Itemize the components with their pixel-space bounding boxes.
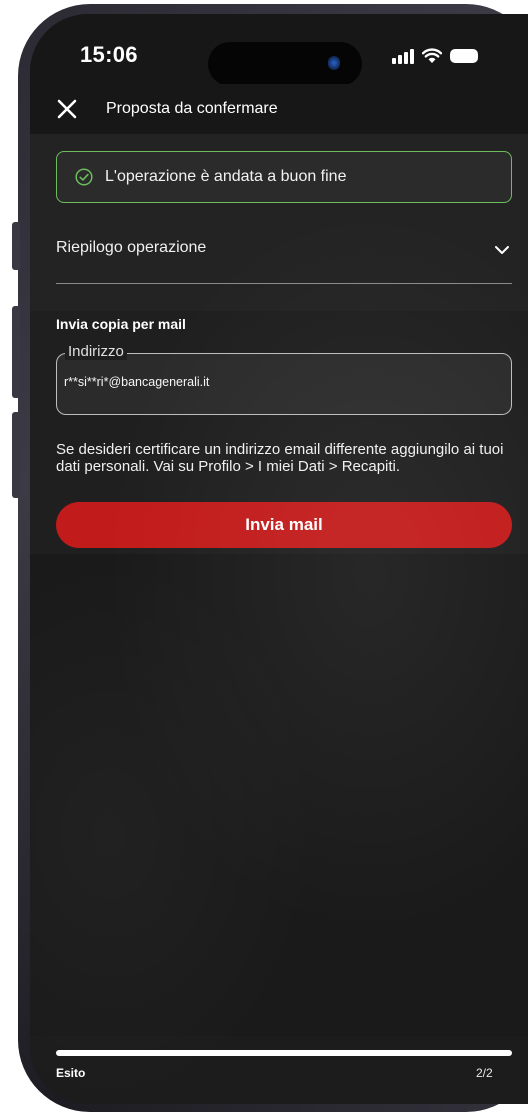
email-info-text: Se desideri certificare un indirizzo ema… (56, 441, 504, 475)
phone-screen: 15:06 Proposta da confermare L'operazion… (30, 14, 528, 1104)
dynamic-island (208, 42, 362, 86)
page-title: Proposta da confermare (106, 100, 278, 117)
status-icons (392, 46, 478, 66)
close-icon[interactable] (56, 98, 78, 120)
summary-accordion[interactable]: Riepilogo operazione (56, 222, 512, 284)
email-field[interactable]: Indirizzo (56, 343, 512, 415)
status-bar: 15:06 (30, 14, 528, 86)
signal-icon (392, 48, 414, 64)
step-label: Esito (56, 1066, 86, 1080)
footer (30, 1036, 528, 1104)
step-counter: 2/2 (476, 1066, 493, 1080)
camera-indicator-icon (328, 56, 340, 70)
send-mail-button[interactable]: Invia mail (56, 502, 512, 548)
mail-section: Invia copia per mail Indirizzo Se deside… (30, 311, 528, 554)
email-field-label: Indirizzo (65, 343, 127, 360)
check-circle-icon (75, 168, 93, 186)
main-content: L'operazione è andata a buon fine Riepil… (30, 134, 528, 554)
side-button (12, 306, 20, 398)
progress-bar (56, 1050, 512, 1056)
email-input[interactable] (64, 375, 494, 389)
mail-section-title: Invia copia per mail (56, 316, 186, 332)
side-button (12, 222, 20, 270)
chevron-down-icon[interactable] (494, 242, 510, 258)
success-banner: L'operazione è andata a buon fine (56, 151, 512, 203)
side-button (12, 412, 20, 498)
nav-header: Proposta da confermare (30, 84, 528, 134)
battery-icon (450, 49, 478, 63)
wifi-icon (422, 48, 442, 63)
success-message: L'operazione è andata a buon fine (105, 168, 347, 185)
status-time: 15:06 (80, 42, 138, 67)
summary-label: Riepilogo operazione (56, 239, 207, 256)
